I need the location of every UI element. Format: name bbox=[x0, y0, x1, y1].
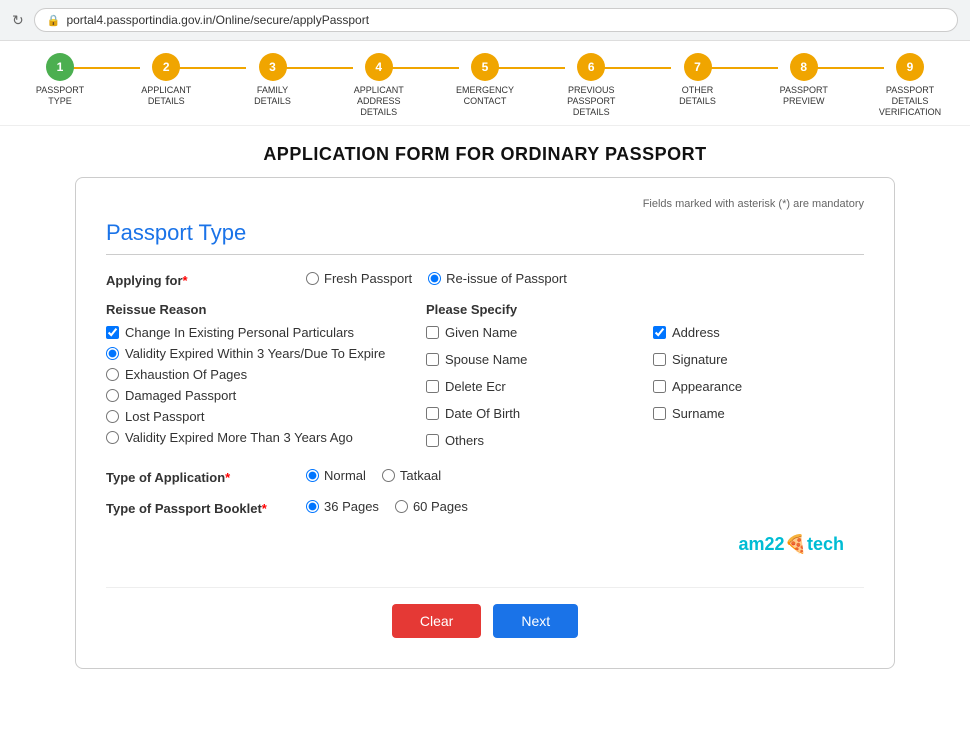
step-item-3: 3 FAMILY DETAILS bbox=[233, 53, 313, 107]
reissue-option-lost[interactable]: Lost Passport bbox=[106, 409, 406, 424]
step-item-5: 5 EMERGENCY CONTACT bbox=[445, 53, 525, 107]
specify-option-date_of_birth[interactable]: Date Of Birth bbox=[426, 406, 637, 421]
step-label-9: PASSPORT DETAILS VERIFICATION bbox=[875, 85, 945, 117]
specify-option-others[interactable]: Others bbox=[426, 433, 637, 448]
address-bar[interactable]: 🔒 portal4.passportindia.gov.in/Online/se… bbox=[34, 8, 958, 32]
reissue-option-validity_expired_3[interactable]: Validity Expired Within 3 Years/Due To E… bbox=[106, 346, 406, 361]
step-circle-1[interactable]: 1 bbox=[46, 53, 74, 81]
specify-option-surname[interactable]: Surname bbox=[653, 406, 864, 421]
step-label-5: EMERGENCY CONTACT bbox=[450, 85, 520, 107]
type-of-application-row: Type of Application* Normal Tatkaal bbox=[106, 468, 864, 485]
type-of-application-label: Type of Application* bbox=[106, 468, 306, 485]
branding: am22🍕tech bbox=[106, 530, 864, 563]
step-item-4: 4 APPLICANT ADDRESS DETAILS bbox=[339, 53, 419, 117]
button-row: Clear Next bbox=[106, 587, 864, 638]
form-title: APPLICATION FORM FOR ORDINARY PASSPORT bbox=[0, 126, 970, 177]
specify-options: Given Name Address Spouse Name Signature Del… bbox=[426, 325, 864, 454]
please-specify-label: Please Specify bbox=[426, 302, 864, 317]
next-button[interactable]: Next bbox=[493, 604, 578, 638]
booklet-type-row: Type of Passport Booklet* 36 Pages 60 Pag… bbox=[106, 499, 864, 516]
browser-bar: ↻ 🔒 portal4.passportindia.gov.in/Online/… bbox=[0, 0, 970, 41]
step-circle-6[interactable]: 6 bbox=[577, 53, 605, 81]
specify-option-appearance[interactable]: Appearance bbox=[653, 379, 864, 394]
step-circle-9[interactable]: 9 bbox=[896, 53, 924, 81]
specify-option-spouse_name[interactable]: Spouse Name bbox=[426, 352, 637, 367]
reissue-option-exhaustion_pages[interactable]: Exhaustion Of Pages bbox=[106, 367, 406, 382]
specify-option-address[interactable]: Address bbox=[653, 325, 864, 340]
step-circle-8[interactable]: 8 bbox=[790, 53, 818, 81]
step-circle-4[interactable]: 4 bbox=[365, 53, 393, 81]
step-item-8: 8 PASSPORT PREVIEW bbox=[764, 53, 844, 107]
specify-option-given_name[interactable]: Given Name bbox=[426, 325, 637, 340]
application-type-options: Normal Tatkaal bbox=[306, 468, 441, 483]
reissue-right: Please Specify Given Name Address Spouse N… bbox=[426, 302, 864, 454]
applying-for-row: Applying for* Fresh Passport Re-issue of … bbox=[106, 271, 864, 288]
form-container: Fields marked with asterisk (*) are mand… bbox=[75, 177, 895, 669]
reissue-reason-label: Reissue Reason bbox=[106, 302, 406, 317]
section-title: Passport Type bbox=[106, 220, 864, 246]
step-label-2: APPLICANT DETAILS bbox=[131, 85, 201, 107]
applying-for-fresh[interactable]: Fresh Passport bbox=[306, 271, 412, 286]
step-item-1: 1 PASSPORT TYPE bbox=[20, 53, 100, 107]
reissue-left: Reissue Reason Change In Existing Person… bbox=[106, 302, 406, 454]
section-divider bbox=[106, 254, 864, 255]
reissue-option-damaged[interactable]: Damaged Passport bbox=[106, 388, 406, 403]
mandatory-note: Fields marked with asterisk (*) are mand… bbox=[106, 198, 864, 210]
step-circle-7[interactable]: 7 bbox=[684, 53, 712, 81]
step-item-9: 9 PASSPORT DETAILS VERIFICATION bbox=[870, 53, 950, 117]
reissue-option-change_personal[interactable]: Change In Existing Personal Particulars bbox=[106, 325, 406, 340]
progress-bar: 1 PASSPORT TYPE 2 APPLICANT DETAILS 3 FAMILY … bbox=[0, 41, 970, 126]
step-label-8: PASSPORT PREVIEW bbox=[769, 85, 839, 107]
specify-option-delete_ecr[interactable]: Delete Ecr bbox=[426, 379, 637, 394]
brand-icon: 🍕 bbox=[785, 534, 807, 554]
booklet-type-label: Type of Passport Booklet* bbox=[106, 499, 306, 516]
asterisk: * bbox=[183, 273, 188, 288]
page: 1 PASSPORT TYPE 2 APPLICANT DETAILS 3 FAMILY … bbox=[0, 41, 970, 730]
refresh-icon[interactable]: ↻ bbox=[12, 12, 24, 29]
app-type-tatkaal[interactable]: Tatkaal bbox=[382, 468, 441, 483]
step-label-4: APPLICANT ADDRESS DETAILS bbox=[344, 85, 414, 117]
step-circle-2[interactable]: 2 bbox=[152, 53, 180, 81]
brand-left: am22 bbox=[739, 534, 785, 554]
specify-option-signature[interactable]: Signature bbox=[653, 352, 864, 367]
reissue-option-validity_expired_more[interactable]: Validity Expired More Than 3 Years Ago bbox=[106, 430, 406, 445]
reissue-section: Reissue Reason Change In Existing Person… bbox=[106, 302, 864, 454]
step-circle-3[interactable]: 3 bbox=[259, 53, 287, 81]
step-label-6: PREVIOUS PASSPORT DETAILS bbox=[556, 85, 626, 117]
step-label-3: FAMILY DETAILS bbox=[238, 85, 308, 107]
url-text: portal4.passportindia.gov.in/Online/secu… bbox=[66, 13, 369, 27]
step-item-6: 6 PREVIOUS PASSPORT DETAILS bbox=[551, 53, 631, 117]
booklet-36pages[interactable]: 36 Pages bbox=[306, 499, 379, 514]
lock-icon: 🔒 bbox=[47, 14, 61, 27]
app-type-normal[interactable]: Normal bbox=[306, 468, 366, 483]
step-circle-5[interactable]: 5 bbox=[471, 53, 499, 81]
step-item-2: 2 APPLICANT DETAILS bbox=[126, 53, 206, 107]
step-item-7: 7 OTHER DETAILS bbox=[658, 53, 738, 107]
applying-for-label: Applying for* bbox=[106, 271, 306, 288]
booklet-options: 36 Pages 60 Pages bbox=[306, 499, 468, 514]
brand-right: tech bbox=[807, 534, 844, 554]
step-label-1: PASSPORT TYPE bbox=[25, 85, 95, 107]
applying-for-reissue[interactable]: Re-issue of Passport bbox=[428, 271, 567, 286]
reissue-options: Change In Existing Personal Particulars V… bbox=[106, 325, 406, 445]
clear-button[interactable]: Clear bbox=[392, 604, 481, 638]
step-label-7: OTHER DETAILS bbox=[663, 85, 733, 107]
form-wrapper: Fields marked with asterisk (*) are mand… bbox=[0, 177, 970, 689]
applying-for-options: Fresh Passport Re-issue of Passport bbox=[306, 271, 567, 286]
booklet-60pages[interactable]: 60 Pages bbox=[395, 499, 468, 514]
